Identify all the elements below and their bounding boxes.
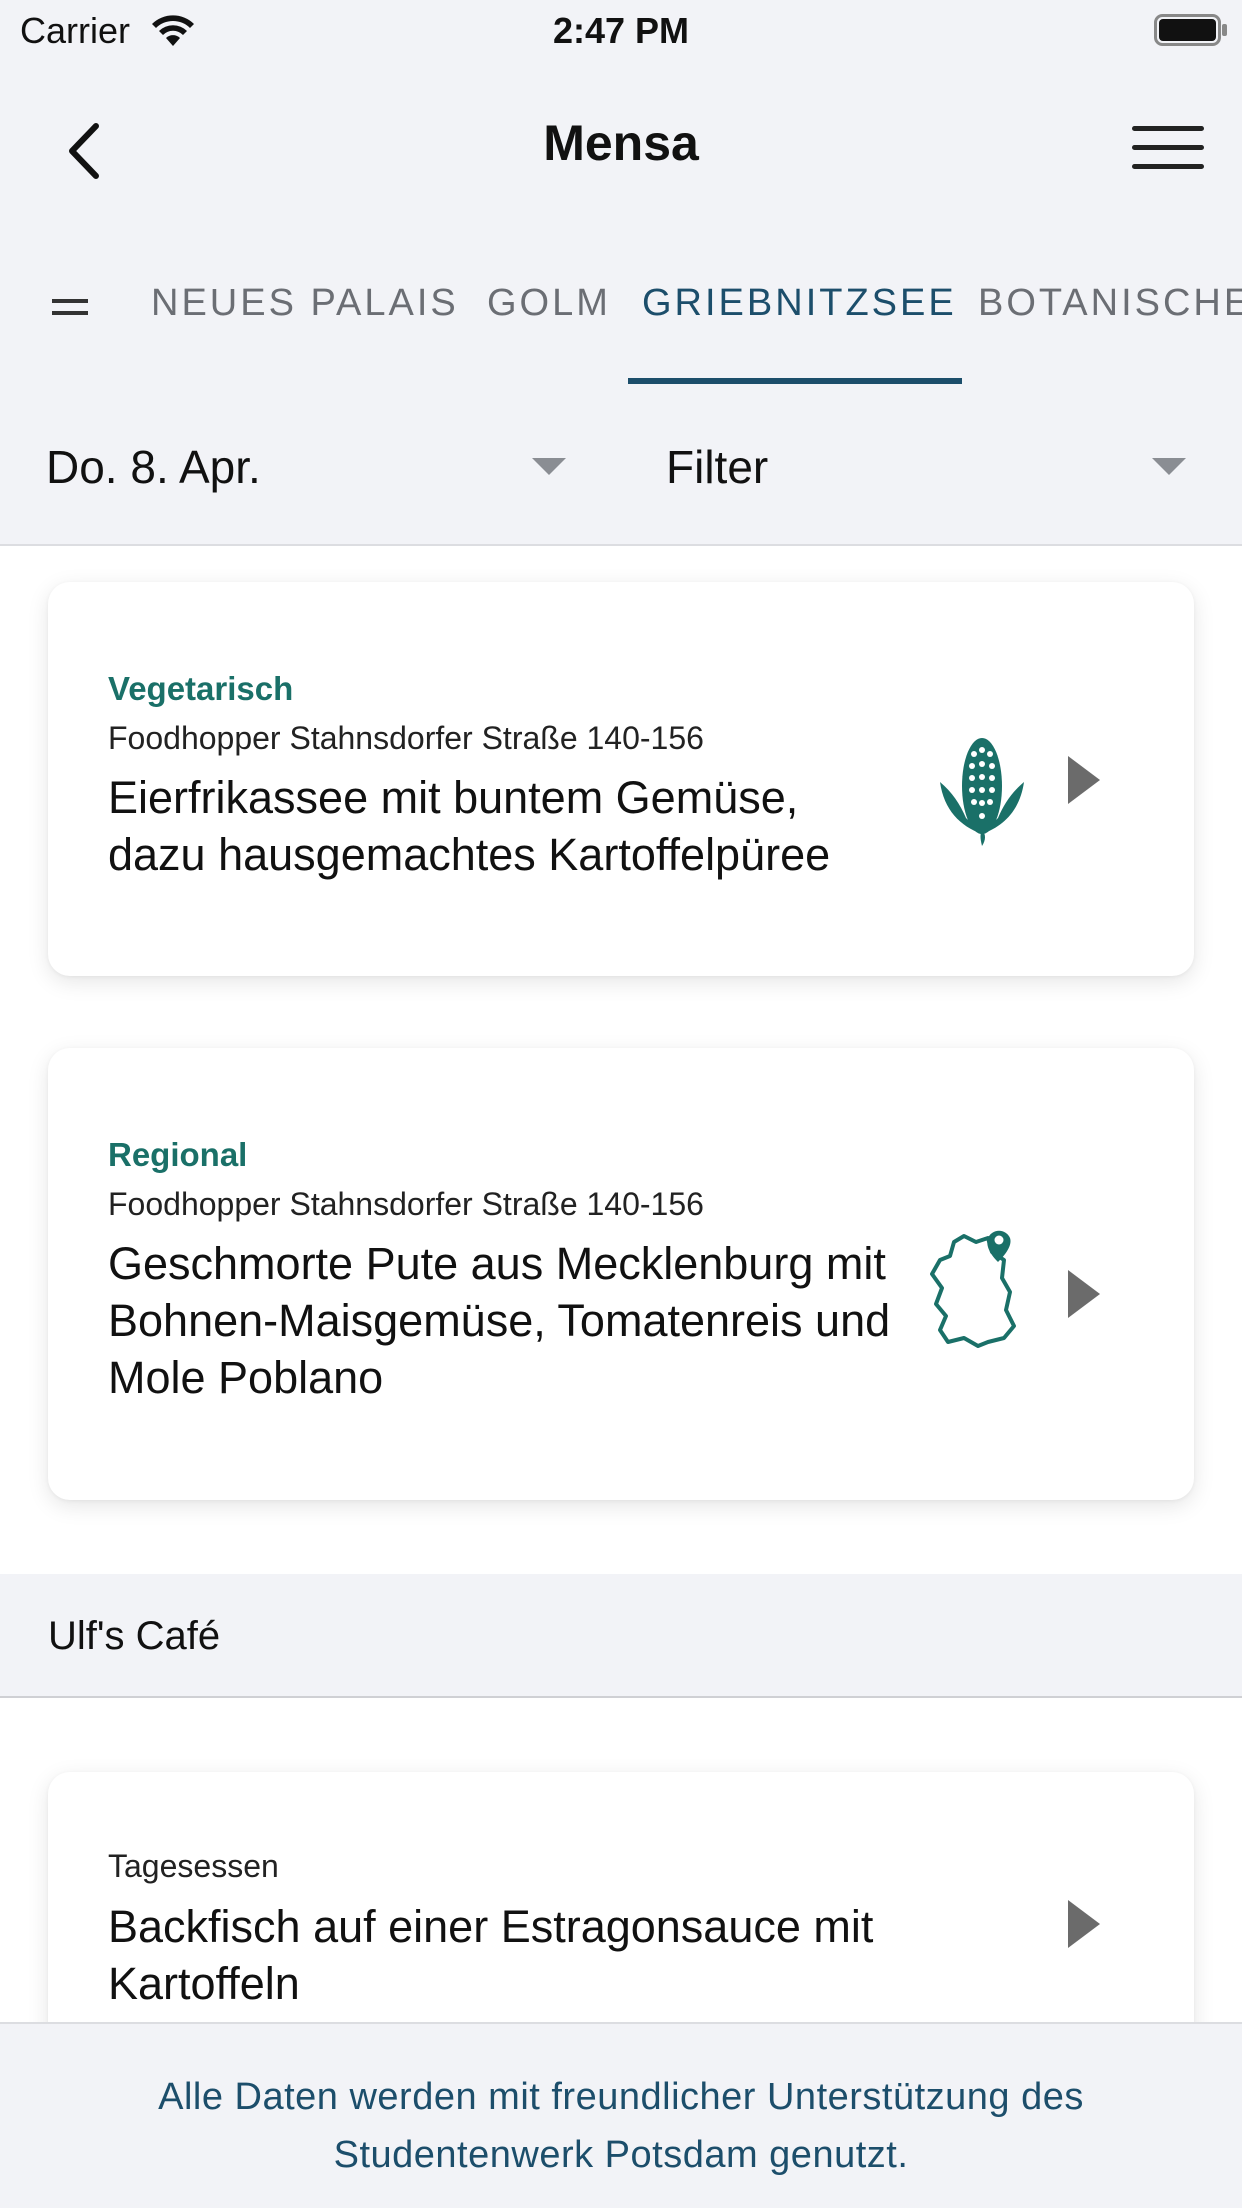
filter-dropdown[interactable]: Filter (666, 440, 768, 494)
meal-title: Geschmorte Pute aus Mecklenburg mit Bohn… (108, 1238, 891, 1403)
section-header: Ulf's Café (0, 1574, 1242, 1698)
date-picker[interactable]: Do. 8. Apr. (46, 440, 261, 494)
tab-griebnitzsee[interactable]: GRIEBNITZSEE (642, 282, 957, 325)
tab-neues-palais[interactable]: NEUES PALAIS (151, 282, 459, 325)
campus-tabs: NEUES PALAIS GOLM GRIEBNITZSEE BOTANISCH… (0, 232, 1242, 384)
page-title: Mensa (543, 115, 699, 171)
footer-credit: Alle Daten werden mit freundlicher Unter… (158, 2076, 1084, 2176)
play-arrow-icon[interactable] (1068, 1900, 1100, 1948)
meal-list: Vegetarisch Foodhopper Stahnsdorfer Stra… (0, 546, 1242, 2022)
play-arrow-icon[interactable] (1068, 1270, 1100, 1318)
meal-card-regional[interactable]: Regional Foodhopper Stahnsdorfer Straße … (48, 1048, 1194, 1500)
meal-card-tagesessen[interactable]: Tagesessen Backfisch auf einer Estragons… (48, 1772, 1194, 2022)
hamburger-menu-icon[interactable] (1130, 118, 1206, 178)
meal-card-vegetarisch[interactable]: Vegetarisch Foodhopper Stahnsdorfer Stra… (48, 582, 1194, 976)
clock: 2:47 PM (552, 10, 690, 51)
meal-title: Backfisch auf einer Estragonsauce mit Ka… (108, 1901, 874, 2009)
meal-location: Foodhopper Stahnsdorfer Straße 140-156 (108, 1186, 704, 1222)
footer: Alle Daten werden mit freundlicher Unter… (0, 2022, 1242, 2208)
filter-dropdown-arrow-icon[interactable] (1152, 458, 1186, 475)
meal-title: Eierfrikassee mit buntem Gemüse, dazu ha… (108, 772, 831, 880)
germany-map-pin-icon (930, 1230, 1016, 1348)
status-bar: Carrier 2:47 PM (0, 0, 1242, 62)
section-title: Ulf's Café (48, 1614, 221, 1658)
date-dropdown-arrow-icon[interactable] (532, 458, 566, 475)
tab-golm[interactable]: GOLM (487, 282, 611, 325)
reorder-handle-icon[interactable] (50, 294, 90, 320)
meal-location: Foodhopper Stahnsdorfer Straße 140-156 (108, 720, 704, 756)
filter-bar: Do. 8. Apr. Filter (0, 384, 1242, 546)
tab-botanische[interactable]: BOTANISCHE (978, 282, 1242, 325)
navigation-bar: Mensa (0, 62, 1242, 232)
meal-category: Vegetarisch (108, 670, 294, 707)
play-arrow-icon[interactable] (1068, 756, 1100, 804)
meal-category: Tagesessen (108, 1848, 279, 1884)
meal-category: Regional (108, 1136, 248, 1173)
app-screen: Carrier 2:47 PM Mensa NEUES PALAIS GOLM … (0, 0, 1242, 2208)
battery-icon (1154, 14, 1227, 46)
corn-icon (940, 738, 1024, 846)
